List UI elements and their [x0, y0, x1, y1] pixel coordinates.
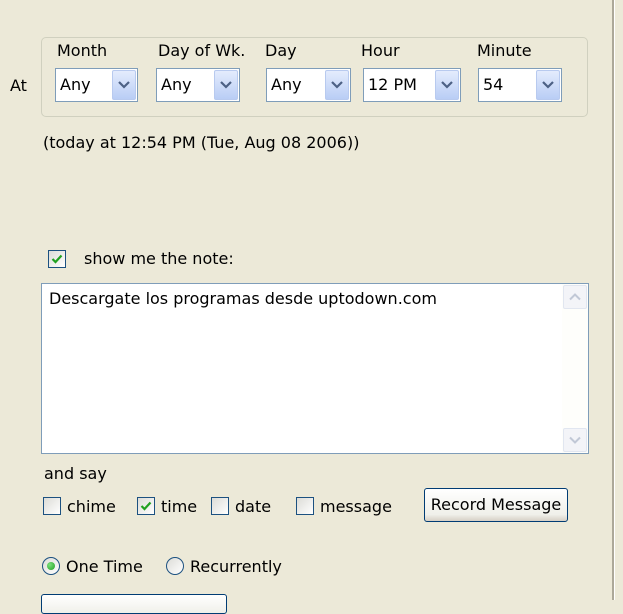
recurrently-radio[interactable]	[166, 557, 184, 575]
day-of-week-label: Day of Wk.	[158, 41, 246, 60]
bottom-button[interactable]	[41, 594, 227, 614]
hour-select-value: 12 PM	[368, 75, 417, 94]
note-text: Descargate los programas desde uptodown.…	[49, 289, 437, 308]
note-textarea[interactable]: Descargate los programas desde uptodown.…	[41, 283, 589, 454]
day-of-week-select[interactable]: Any	[156, 68, 240, 102]
month-select[interactable]: Any	[55, 68, 138, 102]
day-select[interactable]: Any	[266, 68, 351, 102]
checkmark-icon	[51, 254, 63, 264]
message-checkbox[interactable]	[296, 497, 314, 515]
day-of-week-select-value: Any	[161, 75, 192, 94]
day-select-value: Any	[271, 75, 302, 94]
message-label: message	[320, 497, 392, 516]
chime-label: chime	[67, 497, 116, 516]
chevron-down-icon[interactable]	[325, 70, 349, 100]
date-label: date	[235, 497, 272, 516]
arrow-up-icon[interactable]	[563, 285, 587, 309]
date-checkbox[interactable]	[211, 497, 229, 515]
month-select-value: Any	[60, 75, 91, 94]
minute-label: Minute	[477, 41, 532, 60]
and-say-label: and say	[44, 464, 107, 483]
chevron-down-icon[interactable]	[536, 70, 560, 100]
record-message-button[interactable]: Record Message	[424, 488, 568, 522]
hour-select[interactable]: 12 PM	[363, 68, 461, 102]
at-label: At	[10, 76, 27, 95]
chevron-down-icon[interactable]	[112, 70, 136, 100]
one-time-label: One Time	[66, 557, 143, 576]
note-scrollbar[interactable]	[562, 284, 588, 453]
show-note-checkbox[interactable]	[48, 250, 66, 268]
minute-select[interactable]: 54	[478, 68, 562, 102]
hour-label: Hour	[361, 41, 400, 60]
chevron-down-icon[interactable]	[435, 70, 459, 100]
time-label: time	[161, 497, 198, 516]
one-time-radio[interactable]	[42, 557, 60, 575]
radio-selected-dot	[47, 562, 55, 570]
checkmark-icon	[140, 501, 152, 511]
time-checkbox[interactable]	[137, 497, 155, 515]
month-label: Month	[57, 41, 108, 60]
show-note-label: show me the note:	[84, 249, 234, 268]
schedule-summary: (today at 12:54 PM (Tue, Aug 08 2006))	[43, 133, 360, 152]
arrow-down-icon[interactable]	[563, 428, 587, 452]
window-edge	[612, 0, 623, 600]
recurrently-label: Recurrently	[190, 557, 282, 576]
day-label: Day	[265, 41, 297, 60]
chevron-down-icon[interactable]	[214, 70, 238, 100]
minute-select-value: 54	[483, 75, 504, 94]
chime-checkbox[interactable]	[43, 497, 61, 515]
